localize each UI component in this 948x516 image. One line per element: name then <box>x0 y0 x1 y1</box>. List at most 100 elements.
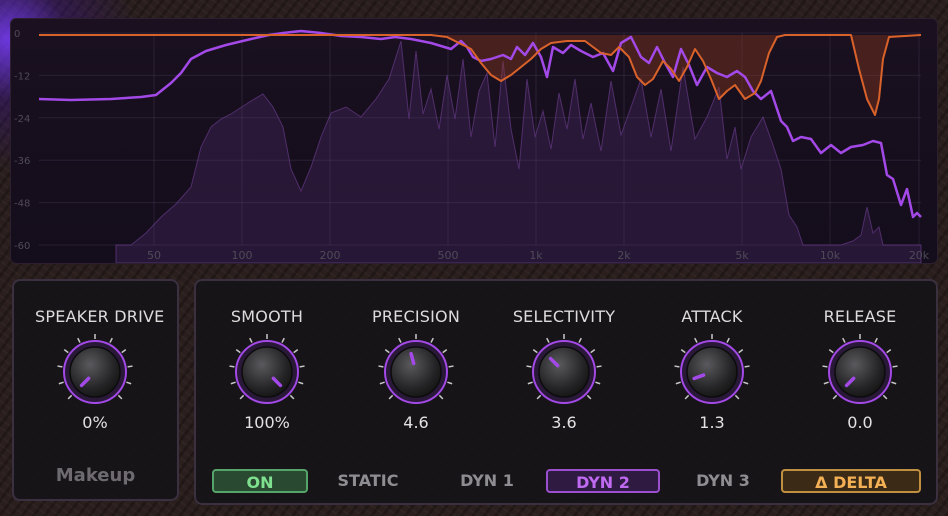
precision-knob[interactable] <box>376 332 456 412</box>
knob-tick <box>384 349 390 354</box>
makeup-toggle[interactable]: Makeup <box>14 465 177 486</box>
knob-body <box>241 346 293 398</box>
knob-tick <box>892 365 898 368</box>
freq-tick-label: 200 <box>320 249 341 262</box>
knob-tick <box>882 394 888 400</box>
knob-tick <box>586 394 592 400</box>
knob-tick <box>442 349 448 354</box>
knob-tick <box>447 381 453 385</box>
freq-tick-label: 10k <box>820 249 841 262</box>
knob-tick <box>734 394 740 400</box>
precision-control: PRECISION 4.6 <box>356 307 476 432</box>
knob-tick <box>63 349 69 354</box>
knob-tick <box>694 337 698 343</box>
knob-tick <box>67 394 73 400</box>
db-tick-label: -36 <box>14 156 30 167</box>
delta-button[interactable]: Δ DELTA <box>781 469 921 493</box>
knob-tick <box>743 381 749 385</box>
attack-knob[interactable] <box>672 332 752 412</box>
knob-tick <box>378 365 384 368</box>
freq-tick-label: 20k <box>909 249 930 262</box>
knob-tick <box>886 349 892 354</box>
knob-tick <box>738 349 744 354</box>
spectrum-analyzer[interactable]: 0 -12 -24 -36 -48 -60 50 100 200 500 1k 2k 5k 10k 20k <box>10 18 938 264</box>
knob-body <box>686 346 738 398</box>
knob-tick <box>823 381 829 385</box>
release-value: 0.0 <box>847 413 873 432</box>
knob-tick <box>828 349 834 354</box>
knob-tick <box>842 337 846 343</box>
knob-tick <box>527 381 533 385</box>
knob-tick <box>595 381 601 385</box>
knob-tick <box>874 337 878 343</box>
freq-tick-label: 500 <box>438 249 459 262</box>
attack-value: 1.3 <box>699 413 725 432</box>
db-tick-label: 0 <box>14 29 20 40</box>
knob-tick <box>299 365 305 368</box>
knob-tick <box>57 365 63 368</box>
knob-tick <box>438 394 444 400</box>
knob-tick <box>298 381 304 385</box>
freq-tick-label: 2k <box>617 249 631 262</box>
smooth-value: 100% <box>244 413 290 432</box>
knob-tick <box>117 394 123 400</box>
knob-tick <box>891 381 897 385</box>
release-label: RELEASE <box>823 307 897 326</box>
spectrum-display: 0 -12 -24 -36 -48 -60 50 100 200 500 1k 2k 5k 10k 20k <box>14 29 930 263</box>
db-tick-label: -12 <box>14 71 30 82</box>
db-tick-label: -60 <box>14 241 30 252</box>
selectivity-label: SELECTIVITY <box>512 307 616 326</box>
precision-value: 4.6 <box>403 413 429 432</box>
knob-tick <box>281 337 285 343</box>
knob-body <box>69 346 121 398</box>
release-control: RELEASE 0.0 <box>800 307 920 432</box>
knob-tick <box>430 337 434 343</box>
freq-tick-label: 5k <box>735 249 749 262</box>
speaker-drive-knob[interactable] <box>55 332 135 412</box>
dyn2-button[interactable]: DYN 2 <box>546 469 660 493</box>
smooth-knob[interactable] <box>227 332 307 412</box>
knob-tick <box>229 365 235 368</box>
db-tick-label: -48 <box>14 199 30 210</box>
freq-tick-label: 100 <box>232 249 253 262</box>
knob-tick <box>398 337 402 343</box>
knob-tick <box>293 349 299 354</box>
dynamics-panel: SMOOTH 100% PRECISION 4.6 SELECTIVITY 3.… <box>194 279 938 505</box>
knob-tick <box>680 349 686 354</box>
knob-tick <box>674 365 680 368</box>
knob-tick <box>578 337 582 343</box>
knob-tick <box>388 394 394 400</box>
smooth-control: SMOOTH 100% <box>207 307 327 432</box>
speaker-drive-panel: SPEAKER DRIVE 0% Makeup <box>12 279 179 501</box>
static-button[interactable]: STATIC <box>326 469 410 493</box>
knob-tick <box>249 337 253 343</box>
knob-tick <box>684 394 690 400</box>
knob-tick <box>675 381 681 385</box>
knob-tick <box>546 337 550 343</box>
knob-tick <box>536 394 542 400</box>
knob-tick <box>127 365 133 368</box>
db-tick-label: -24 <box>14 114 30 125</box>
knob-body <box>538 346 590 398</box>
on-button[interactable]: ON <box>212 469 308 493</box>
attack-control: ATTACK 1.3 <box>652 307 772 432</box>
knob-tick <box>230 381 236 385</box>
dyn3-button[interactable]: DYN 3 <box>682 469 764 493</box>
knob-tick <box>832 394 838 400</box>
knob-tick <box>121 349 127 354</box>
knob-tick <box>77 337 81 343</box>
knob-tick <box>126 381 132 385</box>
knob-tick <box>526 365 532 368</box>
release-knob[interactable] <box>820 332 900 412</box>
speaker-drive-label: SPEAKER DRIVE <box>35 307 165 326</box>
knob-tick <box>726 337 730 343</box>
selectivity-knob[interactable] <box>524 332 604 412</box>
selectivity-value: 3.6 <box>551 413 577 432</box>
knob-tick <box>58 381 64 385</box>
knob-tick <box>744 365 750 368</box>
knob-body <box>390 346 442 398</box>
dyn1-button[interactable]: DYN 1 <box>446 469 528 493</box>
knob-tick <box>590 349 596 354</box>
knob-tick <box>235 349 241 354</box>
knob-tick <box>109 337 113 343</box>
